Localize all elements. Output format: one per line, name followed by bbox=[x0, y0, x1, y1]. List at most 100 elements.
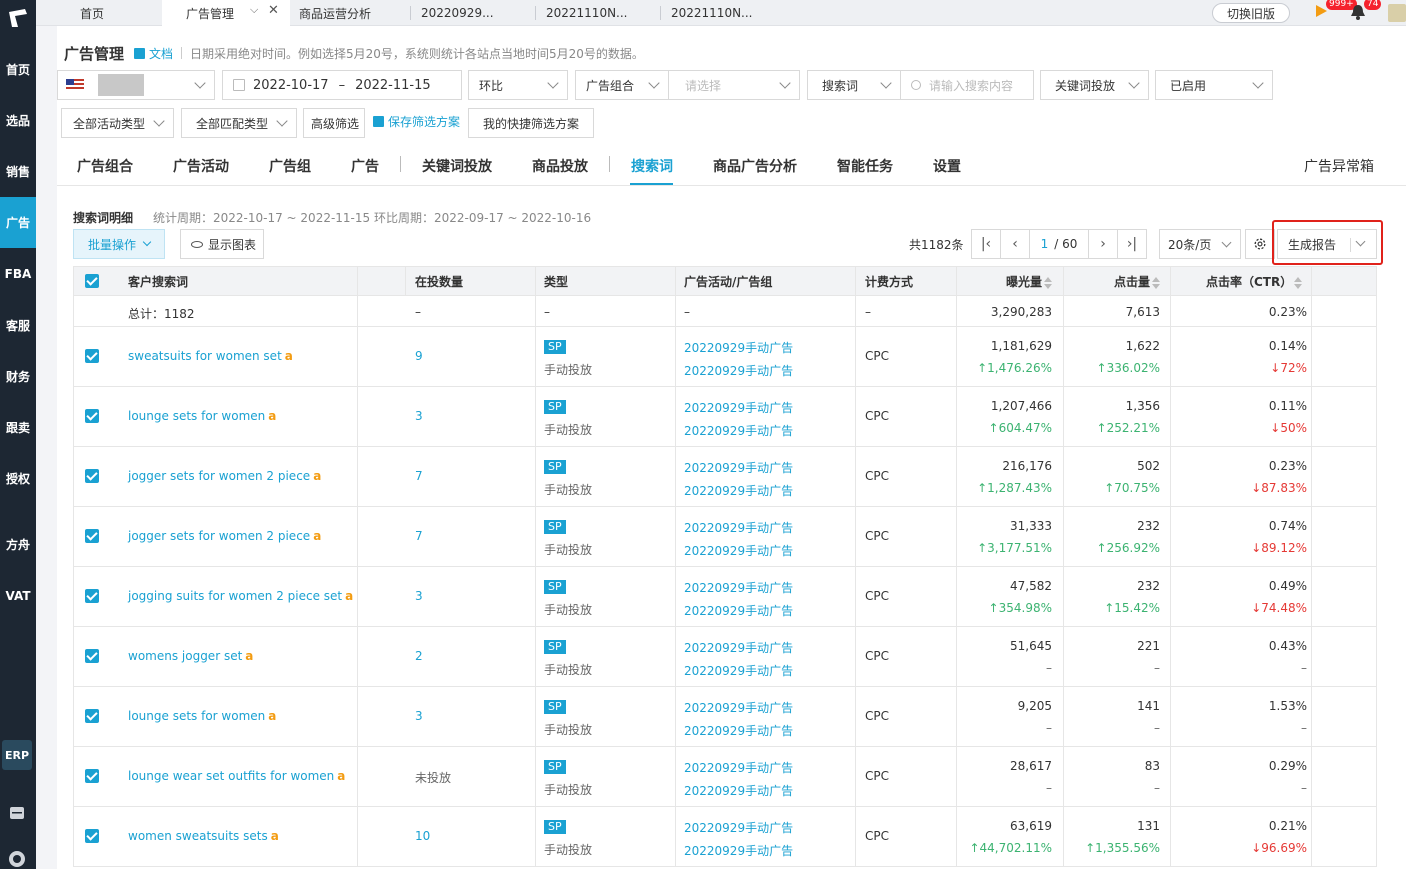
date-range-picker[interactable]: 2022-10-17 – 2022-11-15 bbox=[222, 70, 462, 100]
campaign-link[interactable]: 20220929手动广告 bbox=[684, 339, 793, 356]
col-search-term[interactable]: 客户搜索词 bbox=[128, 267, 188, 297]
amazon-icon[interactable]: a bbox=[313, 529, 321, 543]
row-checkbox[interactable] bbox=[85, 709, 99, 723]
col-campaign[interactable]: 广告活动/广告组 bbox=[684, 267, 772, 297]
ad-group-link[interactable]: 20220929手动广告 bbox=[684, 362, 793, 379]
status-select[interactable]: 已启用 bbox=[1155, 70, 1273, 100]
campaign-link[interactable]: 20220929手动广告 bbox=[684, 459, 793, 476]
nav-item-fba[interactable]: FBA bbox=[0, 248, 36, 299]
active-count-cell[interactable]: 7 bbox=[415, 469, 423, 483]
row-checkbox[interactable] bbox=[85, 409, 99, 423]
chevron-down-icon[interactable]: ⌵ bbox=[250, 3, 258, 17]
page-indicator[interactable]: 1 / 60 bbox=[1029, 229, 1089, 259]
search-term-link[interactable]: women sweatsuits sets bbox=[128, 829, 268, 843]
active-count-cell[interactable]: 3 bbox=[415, 709, 423, 723]
row-checkbox[interactable] bbox=[85, 649, 99, 663]
active-count-cell[interactable]: 7 bbox=[415, 529, 423, 543]
tab-settings[interactable]: 设置 bbox=[933, 156, 961, 176]
tab-campaigns[interactable]: 广告活动 bbox=[173, 156, 229, 176]
nav-item-authorization[interactable]: 授权 bbox=[0, 453, 36, 504]
col-billing[interactable]: 计费方式 bbox=[865, 267, 913, 297]
search-type-select[interactable]: 搜索词 bbox=[807, 70, 901, 100]
column-settings-button[interactable] bbox=[1245, 229, 1275, 259]
tab-campaign-2[interactable]: 20221110N... bbox=[536, 0, 660, 26]
campaign-link[interactable]: 20220929手动广告 bbox=[684, 639, 793, 656]
row-checkbox[interactable] bbox=[85, 769, 99, 783]
ad-group-link[interactable]: 20220929手动广告 bbox=[684, 842, 793, 859]
ad-group-link[interactable]: 20220929手动广告 bbox=[684, 782, 793, 799]
tab-smart-tasks[interactable]: 智能任务 bbox=[837, 156, 893, 176]
ad-group-link[interactable]: 20220929手动广告 bbox=[684, 602, 793, 619]
next-page-button[interactable]: › bbox=[1088, 229, 1118, 259]
advanced-filter-button[interactable]: 高级筛选 bbox=[303, 108, 365, 138]
page-size-select[interactable]: 20条/页 bbox=[1159, 229, 1241, 259]
nav-item-finance[interactable]: 财务 bbox=[0, 351, 36, 402]
active-count-cell[interactable]: 未投放 bbox=[415, 769, 451, 786]
tab-product-targeting[interactable]: 商品投放 bbox=[532, 156, 588, 176]
ad-group-link[interactable]: 20220929手动广告 bbox=[684, 482, 793, 499]
activity-type-select[interactable]: 全部活动类型 bbox=[61, 108, 174, 138]
active-count-cell[interactable]: 3 bbox=[415, 409, 423, 423]
doc-link[interactable]: 文档 bbox=[134, 45, 173, 62]
active-count-cell[interactable]: 10 bbox=[415, 829, 430, 843]
save-filter-button[interactable]: 保存筛选方案 bbox=[373, 113, 460, 130]
search-term-link[interactable]: lounge sets for women bbox=[128, 409, 265, 423]
campaign-link[interactable]: 20220929手动广告 bbox=[684, 579, 793, 596]
tab-campaign-1[interactable]: 20220929... bbox=[411, 0, 535, 26]
amazon-icon[interactable]: a bbox=[313, 469, 321, 483]
ad-group-link[interactable]: 20220929手动广告 bbox=[684, 722, 793, 739]
row-checkbox[interactable] bbox=[85, 349, 99, 363]
sort-icon[interactable] bbox=[1294, 276, 1303, 289]
tab-search-terms[interactable]: 搜索词 bbox=[631, 156, 673, 176]
ad-group-link[interactable]: 20220929手动广告 bbox=[684, 422, 793, 439]
search-term-link[interactable]: jogger sets for women 2 piece bbox=[128, 469, 310, 483]
search-term-link[interactable]: lounge sets for women bbox=[128, 709, 265, 723]
tab-keyword-targeting[interactable]: 关键词投放 bbox=[422, 156, 492, 176]
nav-item-vat[interactable]: VAT bbox=[0, 570, 36, 621]
compare-select[interactable]: 环比 bbox=[468, 70, 568, 100]
tab-portfolio[interactable]: 广告组合 bbox=[77, 156, 133, 176]
col-clicks[interactable]: 点击量 bbox=[1114, 267, 1161, 297]
sort-icon[interactable] bbox=[1152, 276, 1161, 289]
search-term-link[interactable]: jogger sets for women 2 piece bbox=[128, 529, 310, 543]
tab-product-analysis[interactable]: 商品运营分析 bbox=[290, 0, 410, 26]
avatar[interactable] bbox=[1388, 4, 1406, 22]
active-count-cell[interactable]: 3 bbox=[415, 589, 423, 603]
amazon-icon[interactable]: a bbox=[345, 589, 353, 603]
active-count-cell[interactable]: 9 bbox=[415, 349, 423, 363]
ad-anomaly-box[interactable]: 广告异常箱 bbox=[1304, 156, 1374, 176]
prev-page-button[interactable]: ‹ bbox=[1000, 229, 1030, 259]
nav-item-hijack[interactable]: 跟卖 bbox=[0, 402, 36, 453]
device-icon[interactable] bbox=[8, 804, 26, 822]
tab-campaign-3[interactable]: 20221110N... bbox=[661, 0, 785, 26]
erp-button[interactable]: ERP bbox=[2, 740, 32, 770]
amazon-icon[interactable]: a bbox=[268, 409, 276, 423]
col-impressions[interactable]: 曝光量 bbox=[1006, 267, 1053, 297]
show-chart-button[interactable]: 显示图表 bbox=[180, 229, 264, 259]
close-icon[interactable]: ✕ bbox=[268, 3, 279, 18]
campaign-link[interactable]: 20220929手动广告 bbox=[684, 519, 793, 536]
row-checkbox[interactable] bbox=[85, 829, 99, 843]
logo-icon[interactable] bbox=[0, 0, 36, 36]
campaign-link[interactable]: 20220929手动广告 bbox=[684, 759, 793, 776]
nav-item-product-selection[interactable]: 选品 bbox=[0, 95, 36, 146]
tab-ads[interactable]: 广告 bbox=[351, 156, 379, 176]
targeting-select[interactable]: 关键词投放 bbox=[1040, 70, 1149, 100]
tab-ad-management[interactable]: 广告管理 ⌵ ✕ bbox=[162, 0, 290, 26]
ad-group-link[interactable]: 20220929手动广告 bbox=[684, 662, 793, 679]
amazon-icon[interactable]: a bbox=[268, 709, 276, 723]
amazon-icon[interactable]: a bbox=[245, 649, 253, 663]
help-icon[interactable] bbox=[8, 850, 26, 868]
nav-item-sales[interactable]: 销售 bbox=[0, 146, 36, 197]
switch-old-version-button[interactable]: 切换旧版 bbox=[1212, 3, 1290, 23]
row-checkbox[interactable] bbox=[85, 529, 99, 543]
ad-group-link[interactable]: 20220929手动广告 bbox=[684, 542, 793, 559]
amazon-icon[interactable]: a bbox=[285, 349, 293, 363]
search-input[interactable]: 请输入搜索内容 bbox=[900, 70, 1034, 100]
nav-item-ark[interactable]: 方舟 bbox=[0, 519, 36, 570]
ad-group-select[interactable]: 请选择 bbox=[668, 70, 800, 100]
nav-item-ads[interactable]: 广告 bbox=[0, 197, 36, 248]
campaign-link[interactable]: 20220929手动广告 bbox=[684, 399, 793, 416]
tab-product-ad-analysis[interactable]: 商品广告分析 bbox=[713, 156, 797, 176]
search-term-link[interactable]: lounge wear set outfits for women bbox=[128, 769, 334, 783]
